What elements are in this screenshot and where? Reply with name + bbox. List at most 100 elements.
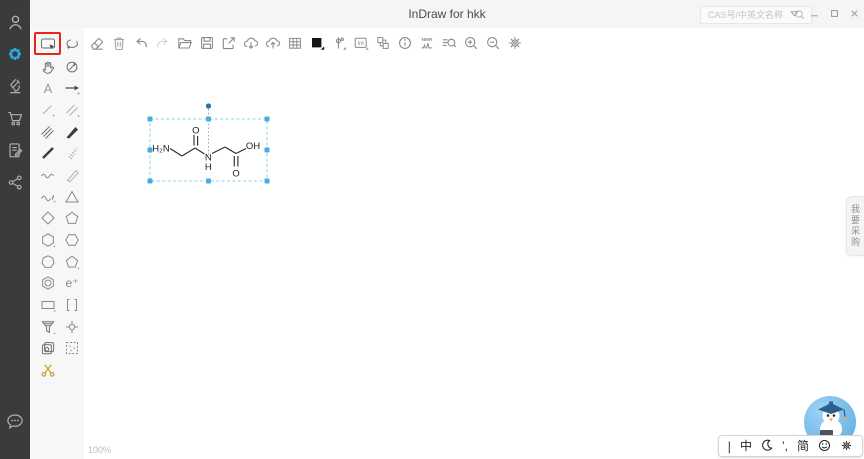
- diamond-icon: [41, 211, 55, 226]
- tool-lasso-select[interactable]: [61, 34, 83, 56]
- sidebar-item-user[interactable]: [5, 12, 25, 32]
- tool-bond-bold[interactable]: [37, 142, 59, 164]
- tool-bond-triple[interactable]: [37, 121, 59, 143]
- ime-settings-gear-icon[interactable]: [840, 439, 853, 454]
- tool-cyclohexane-alt[interactable]: [61, 229, 83, 251]
- tool-brackets[interactable]: [61, 294, 83, 316]
- tool-bond-double[interactable]: [61, 99, 83, 121]
- structure-search-button[interactable]: [441, 34, 457, 52]
- zoom-in-button[interactable]: [463, 34, 479, 52]
- tool-rotate[interactable]: [61, 56, 83, 78]
- tool-text[interactable]: A: [37, 77, 59, 99]
- tool-cyclopentane-template[interactable]: [61, 251, 83, 273]
- bond-wedge-hollow-icon: [66, 169, 79, 183]
- triangle-icon: [65, 190, 79, 203]
- selected-molecule[interactable]: H₂N O N H OH O: [140, 100, 285, 195]
- tool-arrow[interactable]: [61, 77, 83, 99]
- sidebar-item-cart[interactable]: [5, 108, 25, 128]
- delete-button[interactable]: [111, 34, 127, 52]
- tool-cyclohexane[interactable]: [37, 229, 59, 251]
- ph-tool-button[interactable]: [331, 34, 347, 52]
- abbreviation-groups-button[interactable]: [375, 34, 391, 52]
- tool-bond-wavy[interactable]: [37, 164, 59, 186]
- tool-bond-single[interactable]: [37, 99, 59, 121]
- rotate-icon: [66, 61, 78, 72]
- export-icon: [222, 36, 235, 49]
- export-button[interactable]: [221, 34, 237, 52]
- redo-icon: [157, 37, 168, 48]
- sidebar-item-microscope[interactable]: [5, 76, 25, 96]
- moon-icon[interactable]: [761, 439, 773, 453]
- close-icon[interactable]: [848, 6, 861, 20]
- glassware-icon: [65, 320, 79, 333]
- table-grid-button[interactable]: [287, 34, 303, 52]
- tool-chain-squiggle[interactable]: [37, 186, 59, 208]
- cas-search-input[interactable]: [701, 10, 794, 20]
- pentagon-icon: [65, 212, 79, 225]
- eraser-button[interactable]: [89, 34, 105, 52]
- tool-templates[interactable]: [37, 338, 59, 360]
- save-button[interactable]: [199, 34, 215, 52]
- undo-button[interactable]: [133, 34, 149, 52]
- tool-glassware[interactable]: [61, 316, 83, 338]
- tool-pan-hand[interactable]: [37, 56, 59, 78]
- tool-cycloheptane[interactable]: [37, 251, 59, 273]
- maximize-icon[interactable]: [828, 6, 841, 20]
- window-controls: [788, 6, 861, 20]
- tool-diamond[interactable]: [37, 208, 59, 230]
- info-button[interactable]: [397, 34, 413, 52]
- fill-color-button[interactable]: [309, 34, 325, 52]
- cyclohexane-icon: [42, 233, 56, 248]
- tool-rectangle[interactable]: [37, 294, 59, 316]
- minimize-icon[interactable]: [808, 6, 821, 20]
- purchase-tab[interactable]: 我要采购: [846, 196, 864, 256]
- share-network-icon: [8, 174, 22, 190]
- info-icon: [399, 36, 411, 49]
- bond-double-icon: [66, 104, 80, 117]
- tool-pentagon[interactable]: [61, 208, 83, 230]
- cloud-download-icon: [243, 37, 259, 49]
- ime-chinese-toggle[interactable]: 中: [740, 440, 752, 452]
- tool-funnel-filter[interactable]: [37, 316, 59, 338]
- smiley-icon[interactable]: [818, 439, 831, 454]
- tool-bond-hash-wedge[interactable]: [61, 142, 83, 164]
- open-button[interactable]: [177, 34, 193, 52]
- atom-label-hydroxyl: OH: [246, 141, 260, 152]
- tool-benzene[interactable]: [37, 273, 59, 295]
- integral-button[interactable]: Int: [353, 34, 369, 52]
- brackets-icon: [67, 299, 77, 312]
- tool-dotted-box[interactable]: [61, 338, 83, 360]
- ime-simplified-toggle[interactable]: 简: [797, 440, 809, 452]
- funnel-icon: [41, 321, 56, 334]
- cyclopentane-icon: [65, 255, 80, 269]
- dropdown-icon[interactable]: [788, 6, 801, 20]
- tool-triangle[interactable]: [61, 186, 83, 208]
- sidebar-item-share[interactable]: [5, 172, 25, 192]
- templates-icon: [41, 342, 55, 355]
- cloud-download-button[interactable]: [243, 34, 259, 52]
- cloud-upload-button[interactable]: [265, 34, 281, 52]
- bond-triple-icon: [41, 125, 54, 139]
- dotted-box-icon: [66, 342, 78, 355]
- nmr-button[interactable]: NMR: [419, 34, 435, 52]
- tool-bond-wedge-solid[interactable]: [61, 121, 83, 143]
- ime-punctuation-toggle[interactable]: ’,: [782, 440, 788, 452]
- rotation-handle[interactable]: [205, 103, 212, 109]
- redo-button[interactable]: [155, 34, 171, 52]
- zoom-out-button[interactable]: [485, 34, 501, 52]
- tool-scissors[interactable]: [37, 359, 59, 381]
- tool-rect-select[interactable]: [37, 34, 59, 56]
- arrow-icon: [65, 85, 80, 95]
- tool-bond-wedge-hollow[interactable]: [61, 164, 83, 186]
- molecule-labels: H₂N O N H OH O: [152, 126, 260, 180]
- settings-button[interactable]: [507, 34, 523, 52]
- shopping-cart-icon: [7, 111, 22, 125]
- drawing-canvas[interactable]: H₂N O N H OH O 100%: [84, 57, 864, 459]
- sidebar-item-indraw-app[interactable]: [5, 44, 25, 64]
- sidebar-item-orders[interactable]: [5, 140, 25, 160]
- zoom-in-icon: [465, 36, 478, 49]
- electron-icon: e⁺: [65, 276, 79, 291]
- svg-text:Int: Int: [358, 40, 365, 46]
- sidebar-item-chat[interactable]: [5, 411, 25, 431]
- tool-electron[interactable]: e⁺: [61, 273, 83, 295]
